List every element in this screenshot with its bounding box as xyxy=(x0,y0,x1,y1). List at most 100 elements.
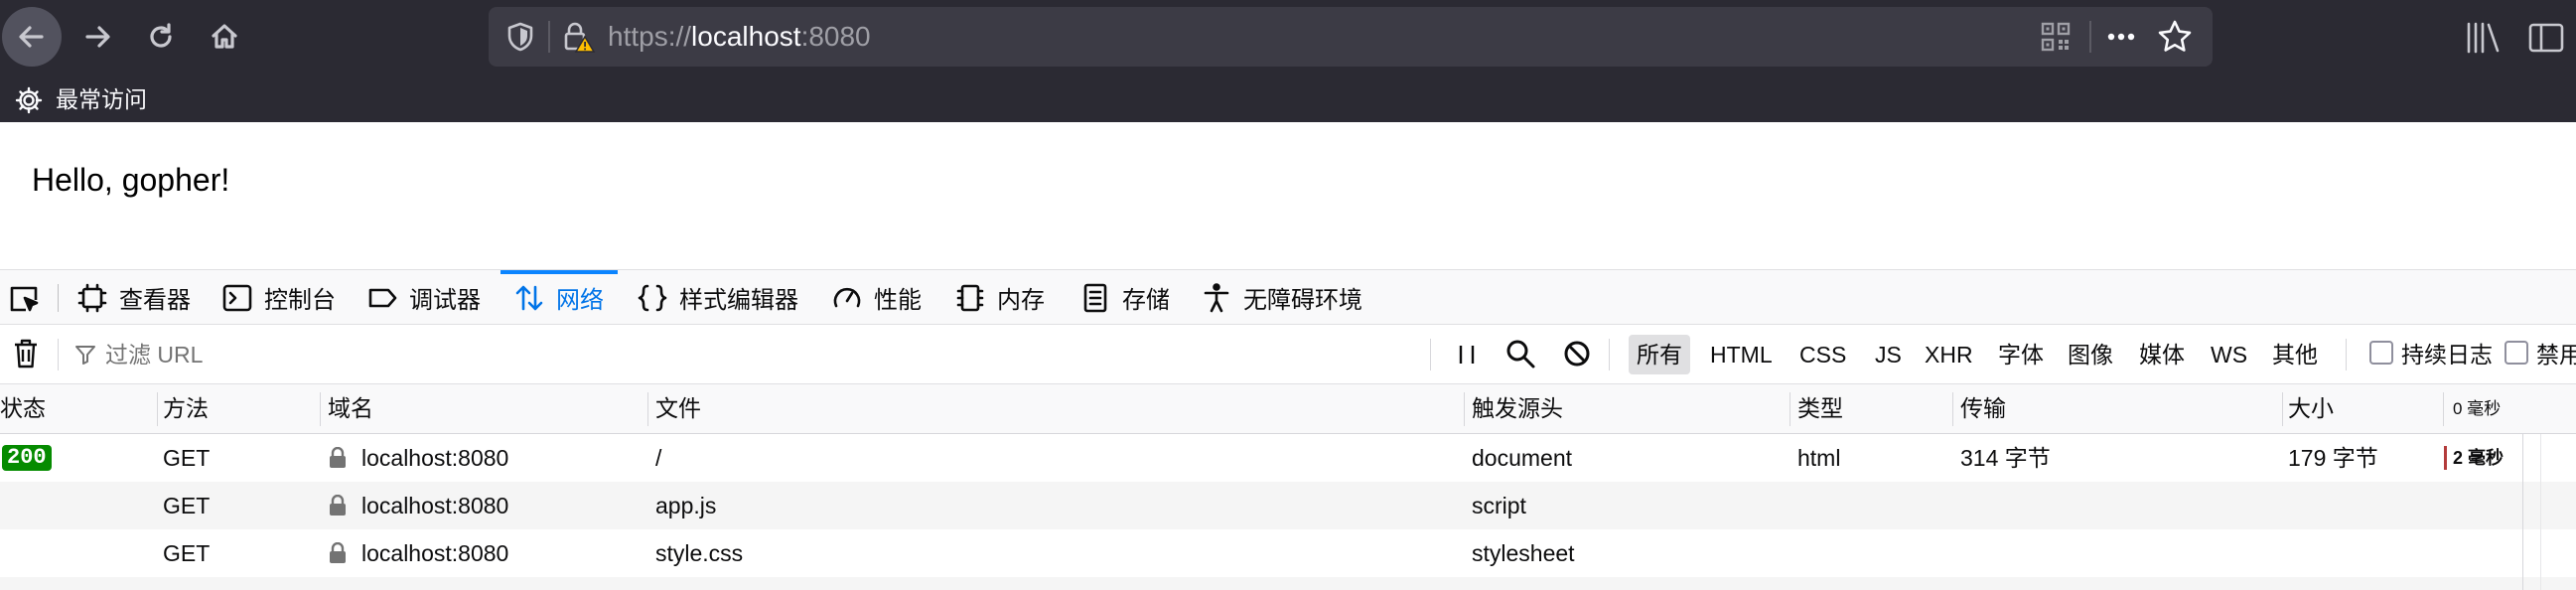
type-filter-images[interactable]: 图像 xyxy=(2060,335,2121,374)
column-waterfall[interactable]: 0 毫秒 xyxy=(2453,384,2501,433)
tab-performance[interactable]: 性能 xyxy=(830,270,922,325)
gear-icon xyxy=(15,86,43,114)
tab-memory[interactable]: 内存 xyxy=(953,270,1045,325)
library-icon[interactable] xyxy=(2461,16,2504,60)
initiator-cell: document xyxy=(1472,445,1573,471)
urlbar-separator xyxy=(548,21,550,53)
waterfall-gridline xyxy=(2540,434,2541,590)
url-port: :8080 xyxy=(800,21,871,52)
bookmark-most-visited[interactable]: 最常访问 xyxy=(56,77,147,122)
filter-separator xyxy=(58,339,59,370)
column-divider[interactable] xyxy=(157,392,158,426)
request-blocking-icon[interactable] xyxy=(1561,338,1593,369)
column-method[interactable]: 方法 xyxy=(163,384,209,433)
waterfall-timing-bar xyxy=(2444,446,2447,470)
reload-button[interactable] xyxy=(131,7,191,67)
console-icon xyxy=(222,284,252,311)
qr-code-icon[interactable] xyxy=(2040,21,2072,53)
column-initiator[interactable]: 触发源头 xyxy=(1472,384,1563,433)
lock-icon xyxy=(330,447,346,468)
clear-trash-icon[interactable] xyxy=(10,337,42,370)
accessibility-icon xyxy=(1204,282,1229,312)
type-filter-other[interactable]: 其他 xyxy=(2264,335,2326,374)
tab-console[interactable]: 控制台 xyxy=(220,270,336,325)
url-host: localhost xyxy=(691,21,801,52)
disable-cache-checkbox[interactable] xyxy=(2504,341,2528,365)
element-picker-icon[interactable] xyxy=(6,280,42,316)
tab-label: 控制台 xyxy=(264,287,336,314)
tab-network[interactable]: 网络 xyxy=(501,270,618,325)
pause-recording-icon[interactable] xyxy=(1452,339,1482,370)
column-divider[interactable] xyxy=(2282,392,2283,426)
back-button[interactable] xyxy=(2,7,62,67)
column-divider[interactable] xyxy=(647,392,648,426)
back-arrow-icon xyxy=(19,26,44,48)
tab-debugger[interactable]: 调试器 xyxy=(365,270,481,325)
column-file[interactable]: 文件 xyxy=(655,384,701,433)
tab-label: 调试器 xyxy=(409,287,481,314)
initiator-cell: script xyxy=(1472,493,1526,518)
requests-table-header: 状态 方法 域名 文件 触发源头 类型 传输 大小 0 毫秒 xyxy=(0,384,2576,434)
tab-label: 内存 xyxy=(997,287,1045,314)
memory-icon xyxy=(956,284,984,311)
performance-icon xyxy=(833,287,861,307)
type-filter-fonts[interactable]: 字体 xyxy=(1990,335,2052,374)
inspector-icon xyxy=(77,283,107,312)
domain-cell: localhost:8080 xyxy=(361,445,509,471)
column-domain[interactable]: 域名 xyxy=(328,384,373,433)
tab-accessibility[interactable]: 无障碍环境 xyxy=(1200,270,1362,325)
column-divider[interactable] xyxy=(320,392,321,426)
devtools-separator xyxy=(58,284,59,312)
type-filter-js[interactable]: JS xyxy=(1867,335,1910,374)
table-row[interactable]: GET localhost:8080 style.css stylesheet xyxy=(0,529,2576,577)
bookmark-star-icon[interactable] xyxy=(2155,17,2195,57)
forward-button[interactable] xyxy=(68,7,127,67)
type-cell: html xyxy=(1797,445,1841,471)
type-filter-ws[interactable]: WS xyxy=(2203,335,2255,374)
column-status[interactable]: 状态 xyxy=(0,384,46,433)
lock-icon xyxy=(330,495,346,516)
tab-storage[interactable]: 存储 xyxy=(1078,270,1170,325)
filter-funnel-icon xyxy=(75,346,95,365)
style-editor-icon xyxy=(638,284,667,311)
type-filter-all[interactable]: 所有 xyxy=(1629,335,1690,374)
type-filter-media[interactable]: 媒体 xyxy=(2131,335,2193,374)
tab-style-editor[interactable]: 样式编辑器 xyxy=(636,270,798,325)
tab-inspector[interactable]: 查看器 xyxy=(75,270,191,325)
search-icon[interactable] xyxy=(1503,337,1537,370)
waterfall-timing-label: 2 毫秒 xyxy=(2453,448,2504,468)
home-button[interactable] xyxy=(195,7,254,67)
url-text[interactable]: https://localhost:8080 xyxy=(608,7,871,67)
urlbar-separator xyxy=(2089,21,2091,53)
reload-icon xyxy=(150,23,172,48)
type-filter-css[interactable]: CSS xyxy=(1791,335,1854,374)
file-cell: app.js xyxy=(655,493,717,518)
column-divider[interactable] xyxy=(1789,392,1790,426)
table-row[interactable]: 200 GET localhost:8080 / document html 3… xyxy=(0,434,2576,482)
url-scheme: https:// xyxy=(608,21,692,52)
address-bar[interactable]: https://localhost:8080 xyxy=(489,7,2213,67)
type-filter-xhr[interactable]: XHR xyxy=(1917,335,1981,374)
page-greeting: Hello, gopher! xyxy=(32,162,230,198)
column-divider[interactable] xyxy=(1952,392,1953,426)
method-cell: GET xyxy=(163,445,211,471)
sidebar-icon[interactable] xyxy=(2524,16,2568,60)
column-transferred[interactable]: 传输 xyxy=(1960,384,2006,433)
table-row[interactable]: GET localhost:8080 app.js script xyxy=(0,482,2576,529)
type-filter-html[interactable]: HTML xyxy=(1702,335,1781,374)
column-divider[interactable] xyxy=(2443,392,2444,426)
lock-icon xyxy=(330,542,346,563)
filter-url-input[interactable] xyxy=(103,333,1418,376)
column-size[interactable]: 大小 xyxy=(2288,384,2334,433)
persist-logs-checkbox[interactable] xyxy=(2369,341,2393,365)
bookmarks-toolbar: 最常访问 xyxy=(0,77,2576,122)
filter-separator xyxy=(2346,339,2347,370)
column-divider[interactable] xyxy=(1464,392,1465,426)
page-actions-menu-icon[interactable] xyxy=(2101,17,2141,57)
storage-icon xyxy=(1083,283,1107,312)
insecure-lock-warning-icon[interactable] xyxy=(558,17,598,57)
tracking-protection-shield-icon[interactable] xyxy=(502,19,538,55)
domain-cell: localhost:8080 xyxy=(361,493,509,518)
disable-cache-label: 禁用 xyxy=(2536,342,2576,368)
column-type[interactable]: 类型 xyxy=(1797,384,1843,433)
